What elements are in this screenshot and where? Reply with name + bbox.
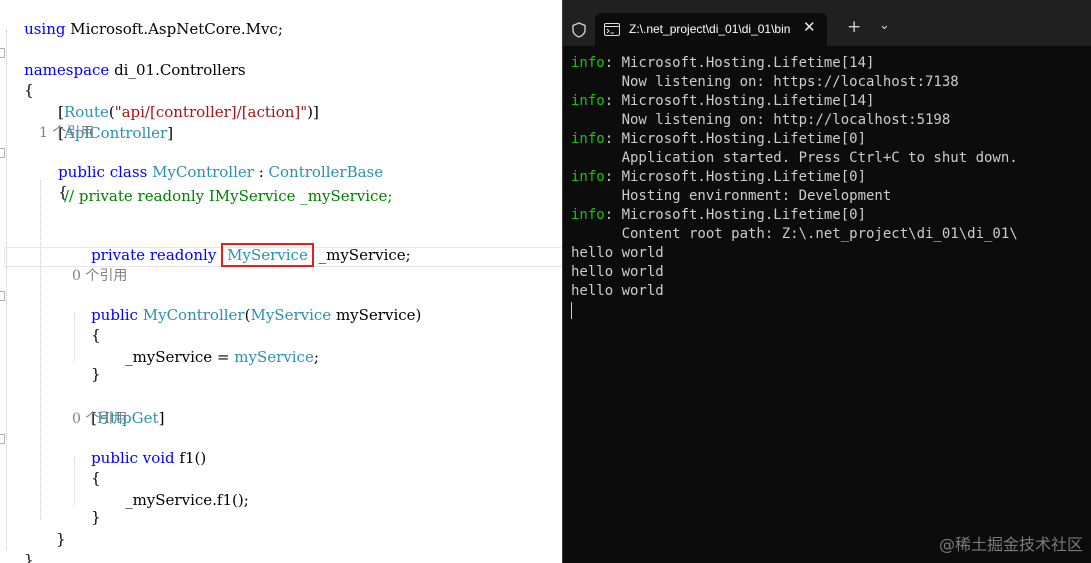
codelens-references[interactable]: 0 个引用 [72,410,127,428]
fold-marker[interactable] [0,291,5,301]
terminal-line: hello world [571,244,1086,263]
terminal-line: Hosting environment: Development [571,187,1086,206]
terminal-output[interactable]: info: Microsoft.Hosting.Lifetime[14] Now… [571,54,1086,320]
fold-marker[interactable] [0,148,5,158]
log-text: : Microsoft.Hosting.Lifetime[14] [604,93,875,109]
code-line-httpget-attribute: [HttpGet] [91,409,165,427]
close-tab-button[interactable]: ✕ [803,18,816,36]
terminal-line: info: Microsoft.Hosting.Lifetime[0] [571,130,1086,149]
log-text: : Microsoft.Hosting.Lifetime[0] [604,169,867,185]
terminal-line: Now listening on: http://localhost:5198 [571,111,1086,130]
log-level-label: info [571,207,605,223]
log-text: hello world [571,264,664,280]
watermark: @稀土掘金技术社区 [938,535,1083,554]
log-text: hello world [571,283,664,299]
code-line-brace: } [91,508,101,526]
code-line-brace: } [56,530,66,548]
code-line-call: _myService.f1(); [125,491,249,509]
tab-dropdown-button[interactable]: ⌄ [879,18,890,33]
indent-guide [40,180,41,520]
prompt-line[interactable] [571,301,1086,320]
code-line-brace: } [91,365,101,383]
text-cursor [571,301,572,319]
log-level-label: info [571,169,605,185]
code-line-constructor: public MyController(MyService myService) [91,306,422,324]
fold-marker[interactable] [0,434,5,444]
terminal-tab-bar: Z:\.net_project\di_01\di_01\bin ✕ + ⌄ [563,0,1091,46]
terminal-line: info: Microsoft.Hosting.Lifetime[14] [571,54,1086,73]
new-tab-button[interactable]: + [847,17,861,37]
codelens-references[interactable]: 1 个引用 [39,124,94,142]
log-text: Content root path: Z:\.net_project\di_01… [571,226,1018,242]
terminal-line: Now listening on: https://localhost:7138 [571,73,1086,92]
log-level-label: info [571,93,605,109]
terminal-app-icon [604,23,620,36]
log-text: Hosting environment: Development [571,188,892,204]
log-text: hello world [571,245,664,261]
terminal-line: Application started. Press Ctrl+C to shu… [571,149,1086,168]
code-line-comment: // private readonly IMyService _myServic… [64,187,393,205]
log-text: Now listening on: https://localhost:7138 [571,74,959,90]
code-line-namespace: namespace di_01.Controllers [24,61,246,79]
code-line-class-declaration: public class MyController : ControllerBa… [58,163,384,181]
terminal-line: Content root path: Z:\.net_project\di_01… [571,225,1086,244]
terminal-line: info: Microsoft.Hosting.Lifetime[14] [571,92,1086,111]
log-text: Application started. Press Ctrl+C to shu… [571,150,1018,166]
terminal-line: hello world [571,282,1086,301]
tab-title: Z:\.net_project\di_01\di_01\bin [629,22,791,36]
code-editor[interactable]: using Microsoft.AspNetCore.Mvc; namespac… [0,0,562,563]
log-text: : Microsoft.Hosting.Lifetime[0] [604,131,867,147]
code-line-field: private readonly MyService _myService; [72,228,411,267]
log-level-label: info [571,55,605,71]
code-line-using: using Microsoft.AspNetCore.Mvc; [24,20,283,38]
code-line-method: public void f1() [91,449,207,467]
code-line-brace: { [91,469,101,487]
terminal-line: hello world [571,263,1086,282]
terminal-line: info: Microsoft.Hosting.Lifetime[0] [571,206,1086,225]
code-line-brace: { [24,81,34,99]
shield-icon [572,22,586,38]
log-text: : Microsoft.Hosting.Lifetime[14] [604,55,875,71]
log-level-label: info [571,131,605,147]
code-line-apicontroller-attribute: [ApiController] [58,124,174,142]
log-text: Now listening on: http://localhost:5198 [571,112,951,128]
terminal-window[interactable]: Z:\.net_project\di_01\di_01\bin ✕ + ⌄ in… [562,0,1091,563]
code-line-brace: } [24,551,34,563]
code-line-route-attribute: [Route("api/[controller]/[action]")] [58,103,319,121]
highlighted-type-box: MyService [221,243,314,267]
code-line-brace: { [58,183,68,201]
log-text: : Microsoft.Hosting.Lifetime[0] [604,207,867,223]
codelens-references[interactable]: 0 个引用 [72,267,127,285]
terminal-line: info: Microsoft.Hosting.Lifetime[0] [571,168,1086,187]
code-line-assignment: _myService = myService; [125,348,319,366]
terminal-tab[interactable]: Z:\.net_project\di_01\di_01\bin ✕ [595,13,827,46]
code-line-brace: { [91,326,101,344]
